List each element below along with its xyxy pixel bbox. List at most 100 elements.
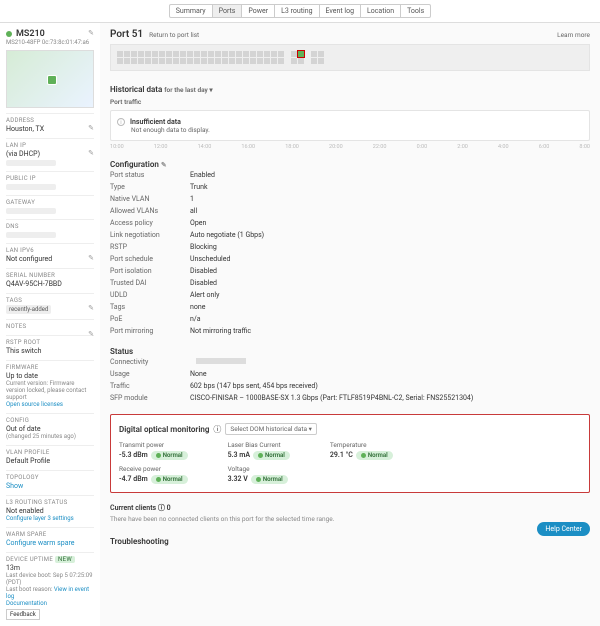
troubleshooting-title: Troubleshooting bbox=[110, 537, 590, 546]
clients-title: Current clients bbox=[110, 504, 156, 512]
status-badge: Normal bbox=[356, 451, 393, 460]
pencil-icon[interactable]: ✎ bbox=[88, 29, 94, 37]
firmware-licenses-link[interactable]: Open source licenses bbox=[6, 401, 94, 408]
tab-eventlog[interactable]: Event log bbox=[320, 5, 361, 17]
new-badge: NEW bbox=[55, 556, 75, 563]
pencil-icon[interactable]: ✎ bbox=[88, 149, 94, 157]
tab-ports[interactable]: Ports bbox=[213, 5, 243, 17]
conf-value: Alert only bbox=[190, 291, 219, 299]
pencil-icon[interactable]: ✎ bbox=[88, 304, 94, 312]
feedback-button[interactable]: Feedback bbox=[6, 609, 40, 620]
publicip-value bbox=[6, 184, 56, 190]
status-badge: Normal bbox=[251, 475, 288, 484]
info-icon[interactable]: ⓘ bbox=[158, 504, 165, 512]
main-panel: Port 51 Return to port list Learn more H… bbox=[100, 23, 600, 626]
l3-status: Not enabled bbox=[6, 507, 94, 515]
voltage-value: 3.32 V bbox=[228, 475, 248, 483]
status-badge: Normal bbox=[253, 451, 290, 460]
lanip-value bbox=[6, 160, 56, 166]
info-icon: i bbox=[117, 118, 125, 126]
l3-label: L3 ROUTING STATUS bbox=[6, 499, 94, 506]
port-51-slot[interactable] bbox=[298, 51, 304, 57]
tab-strip: Summary Ports Power L3 routing Event log… bbox=[169, 4, 431, 18]
traffic-chart-empty: i Insufficient data Not enough data to d… bbox=[110, 110, 590, 141]
voltage-label: Voltage bbox=[228, 465, 290, 473]
lanipv6-label: LAN IPV6 bbox=[6, 247, 94, 254]
conf-label: Link negotiation bbox=[110, 231, 190, 239]
time-axis: 10:0012:0014:0016:0018:0020:0022:000:002… bbox=[110, 144, 590, 150]
config-title: Configuration bbox=[110, 160, 159, 169]
conf-value: Disabled bbox=[190, 279, 217, 287]
firmware-status: Up to date bbox=[6, 372, 94, 380]
hist-range-select[interactable]: for the last day ▾ bbox=[164, 86, 212, 94]
return-link[interactable]: Return to port list bbox=[149, 31, 199, 39]
pencil-icon[interactable]: ✎ bbox=[88, 254, 94, 262]
hist-title: Historical data bbox=[110, 85, 162, 94]
rstp-label: RSTP ROOT bbox=[6, 339, 94, 346]
connectivity-bar bbox=[196, 358, 246, 364]
conf-label: Port mirroring bbox=[110, 327, 190, 335]
rstp-value: This switch bbox=[6, 347, 94, 355]
conf-value: Disabled bbox=[190, 267, 217, 275]
info-icon[interactable]: ⓘ bbox=[213, 424, 221, 435]
firmware-label: FIRMWARE bbox=[6, 364, 94, 371]
temp-label: Temperature bbox=[330, 441, 393, 449]
pencil-icon[interactable]: ✎ bbox=[88, 330, 94, 338]
conf-value: Blocking bbox=[190, 243, 217, 251]
last-boot: Last device boot: Sep 5 07:25:09 (PDT) bbox=[6, 572, 94, 586]
serial-value: Q4AV-95CH-7BBD bbox=[6, 280, 94, 288]
conf-label: UDLD bbox=[110, 291, 190, 299]
dom-history-select[interactable]: Select DOM historical data ▾ bbox=[225, 423, 316, 435]
config-label: CONFIG bbox=[6, 417, 94, 424]
conf-value: Not mirroring traffic bbox=[190, 327, 251, 335]
conf-label: Port status bbox=[110, 171, 190, 179]
tx-power-label: Transmit power bbox=[119, 441, 188, 449]
device-mac: 0c:73:8c:01:47:a6 bbox=[42, 39, 89, 46]
tab-summary[interactable]: Summary bbox=[170, 5, 213, 17]
conf-label: Port isolation bbox=[110, 267, 190, 275]
boot-reason: Last boot reason: View in event log bbox=[6, 586, 94, 600]
serial-label: SERIAL NUMBER bbox=[6, 272, 94, 279]
notes-label: NOTES bbox=[6, 323, 94, 330]
port-title: Port 51 bbox=[110, 29, 143, 40]
port-diagram[interactable] bbox=[110, 44, 590, 71]
firmware-detail: Current version: Firmware version locked… bbox=[6, 380, 94, 401]
pencil-icon[interactable]: ✎ bbox=[161, 161, 167, 169]
uptime-label: DEVICE UPTIMENEW bbox=[6, 556, 94, 563]
publicip-label: PUBLIC IP bbox=[6, 175, 94, 182]
status-badge: Normal bbox=[151, 451, 188, 460]
conf-label: Type bbox=[110, 183, 190, 191]
lanip-label: LAN IP bbox=[6, 142, 94, 149]
dom-panel: Digital optical monitoring ⓘ Select DOM … bbox=[110, 414, 590, 493]
documentation-link[interactable]: Documentation bbox=[6, 600, 94, 607]
pencil-icon[interactable]: ✎ bbox=[88, 124, 94, 132]
tags-label: TAGS bbox=[6, 297, 94, 304]
conf-value: Open bbox=[190, 219, 206, 227]
conf-value: Trunk bbox=[190, 183, 208, 191]
topology-link[interactable]: Show bbox=[6, 482, 94, 490]
insuff-sub: Not enough data to display. bbox=[131, 126, 583, 134]
usage-label: Usage bbox=[110, 370, 190, 378]
tag-chip[interactable]: recently-added bbox=[6, 305, 51, 314]
lanipv6-value: Not configured bbox=[6, 255, 94, 263]
status-badge: Normal bbox=[151, 475, 188, 484]
config-age: (changed 25 minutes ago) bbox=[6, 433, 94, 440]
conf-value: all bbox=[190, 207, 197, 215]
vlan-value: Default Profile bbox=[6, 457, 94, 465]
dns-value bbox=[6, 232, 56, 238]
l3-config-link[interactable]: Configure layer 3 settings bbox=[6, 515, 94, 522]
help-center-button[interactable]: Help Center bbox=[537, 522, 590, 536]
address-value: Houston, TX bbox=[6, 125, 94, 133]
learn-more-link[interactable]: Learn more bbox=[557, 31, 590, 39]
temp-value: 29.1 °C bbox=[330, 451, 353, 459]
tab-tools[interactable]: Tools bbox=[401, 5, 430, 17]
conf-label: RSTP bbox=[110, 243, 190, 251]
conf-value: Unscheduled bbox=[190, 255, 230, 263]
conf-value: none bbox=[190, 303, 205, 311]
tab-power[interactable]: Power bbox=[242, 5, 275, 17]
sfp-label: SFP module bbox=[110, 394, 190, 402]
tab-l3[interactable]: L3 routing bbox=[275, 5, 319, 17]
conf-value: Enabled bbox=[190, 171, 215, 179]
tab-location[interactable]: Location bbox=[361, 5, 401, 17]
device-map[interactable] bbox=[6, 50, 94, 108]
